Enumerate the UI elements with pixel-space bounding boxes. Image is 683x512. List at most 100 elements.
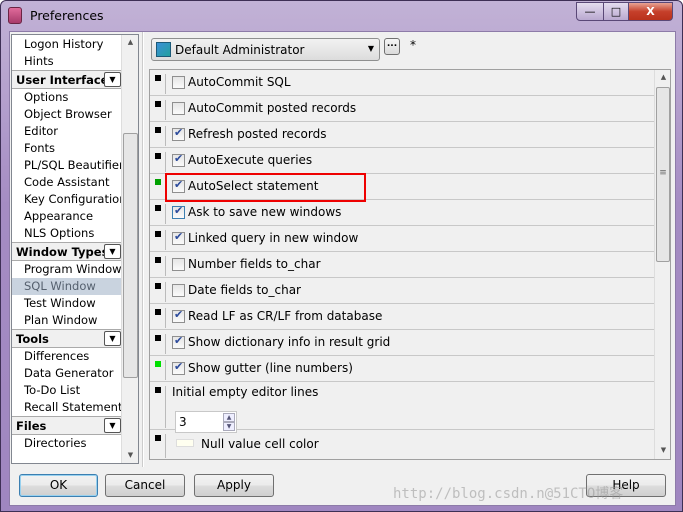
splitter[interactable] (142, 32, 144, 467)
option-checkbox[interactable] (172, 360, 185, 375)
cancel-button[interactable]: Cancel (105, 474, 185, 497)
option-checkbox[interactable] (172, 102, 185, 115)
dialog-body: Logon History Hints User Interface ▼ Options… (9, 31, 676, 506)
app-icon (8, 7, 22, 24)
null-color-label: Null value cell color (201, 437, 319, 451)
row-marker (155, 179, 161, 185)
null-color-swatch[interactable] (176, 439, 194, 447)
option-row: Ask to save new windows (150, 200, 655, 226)
tree-item[interactable]: PL/SQL Beautifier (12, 157, 124, 174)
option-label[interactable]: Linked query in new window (188, 231, 358, 245)
spin-up-icon[interactable]: ▲ (223, 413, 235, 422)
option-checkbox[interactable] (172, 76, 185, 89)
option-label[interactable]: Read LF as CR/LF from database (188, 309, 382, 323)
tree-item[interactable]: Directories (12, 435, 122, 452)
row-divider (165, 386, 166, 428)
row-marker (155, 127, 161, 133)
option-label[interactable]: Show gutter (line numbers) (188, 361, 353, 375)
options-scrollbar-thumb[interactable]: ≡ (656, 87, 670, 262)
tree-section-header[interactable]: User Interface ▼ (12, 70, 122, 89)
tree-item[interactable]: Hints (12, 53, 122, 70)
tree-item[interactable]: Recall Statement (12, 399, 122, 416)
profile-select[interactable]: Default Administrator ▼ (151, 38, 380, 61)
option-checkbox[interactable] (172, 308, 185, 323)
collapse-dropdown-icon[interactable]: ▼ (104, 72, 121, 87)
collapse-dropdown-icon[interactable]: ▼ (104, 418, 121, 433)
tree-item[interactable]: Differences (12, 348, 122, 365)
tree-section-header[interactable]: Files ▼ (12, 416, 122, 435)
collapse-dropdown-icon[interactable]: ▼ (104, 331, 121, 346)
row-marker (155, 335, 161, 341)
profile-ellipsis-button[interactable]: ... (384, 38, 400, 55)
tree-item[interactable]: Logon History (12, 36, 122, 53)
tree-item[interactable]: Fonts (12, 140, 122, 157)
options-scrollbar[interactable]: ▲ ≡ ▼ (654, 70, 670, 459)
row-divider (165, 74, 166, 94)
tree-item[interactable]: SQL Window (12, 278, 122, 295)
option-checkbox[interactable] (172, 258, 185, 271)
option-row: Date fields to_char (150, 278, 655, 304)
option-label[interactable]: Show dictionary info in result grid (188, 335, 390, 349)
tree-item[interactable]: Options (12, 89, 122, 106)
option-label[interactable]: AutoCommit posted records (188, 101, 356, 115)
tree-item[interactable]: Plan Window (12, 312, 122, 329)
empty-lines-row: Initial empty editor lines 3 ▲ ▼ (150, 382, 655, 433)
option-checkbox[interactable] (172, 284, 185, 297)
scroll-down-icon[interactable]: ▼ (655, 446, 670, 454)
tree-item[interactable]: Code Assistant (12, 174, 122, 191)
option-label[interactable]: AutoCommit SQL (188, 75, 291, 89)
tree-item[interactable]: Program Window (12, 261, 122, 278)
row-divider (165, 308, 166, 328)
option-row: Number fields to_char (150, 252, 655, 278)
category-tree: Logon History Hints User Interface ▼ Options… (11, 34, 139, 464)
highlight-box (165, 173, 366, 202)
option-row: Show gutter (line numbers) (150, 356, 655, 382)
option-label[interactable]: Ask to save new windows (188, 205, 341, 219)
row-divider (165, 152, 166, 172)
empty-lines-value: 3 (179, 415, 187, 429)
ok-button[interactable]: OK (19, 474, 98, 497)
tree-item[interactable]: Test Window (12, 295, 122, 312)
tree-scrollbar[interactable]: ▲ ▼ (121, 35, 138, 463)
tree-section-header[interactable]: Window Types ▼ (12, 242, 122, 261)
row-divider (165, 256, 166, 276)
row-marker (155, 283, 161, 289)
option-row: Read LF as CR/LF from database (150, 304, 655, 330)
row-marker (155, 101, 161, 107)
apply-button[interactable]: Apply (194, 474, 274, 497)
tree-item[interactable]: Appearance (12, 208, 122, 225)
tree-item[interactable]: To-Do List (12, 382, 122, 399)
row-marker (155, 361, 161, 367)
option-checkbox[interactable] (172, 334, 185, 349)
tree-scrollbar-thumb[interactable] (123, 133, 138, 378)
options-panel: AutoCommit SQL AutoCommit posted records R… (149, 69, 671, 460)
option-checkbox[interactable] (172, 204, 185, 219)
option-label[interactable]: AutoExecute queries (188, 153, 312, 167)
row-marker (155, 153, 161, 159)
tree-item[interactable]: Editor (12, 123, 122, 140)
row-divider (165, 434, 166, 458)
tree-item[interactable]: Key Configuration (12, 191, 127, 208)
row-divider (165, 100, 166, 120)
window-title: Preferences (30, 8, 104, 23)
tree-section-label: Tools (16, 332, 49, 346)
row-marker (155, 257, 161, 263)
collapse-dropdown-icon[interactable]: ▼ (104, 244, 121, 259)
maximize-button[interactable]: □ (603, 2, 629, 21)
minimize-button[interactable]: — (576, 2, 604, 21)
tree-item[interactable]: Object Browser (12, 106, 122, 123)
tree-item[interactable]: NLS Options (12, 225, 122, 242)
scroll-up-icon[interactable]: ▲ (655, 73, 670, 81)
row-marker (155, 231, 161, 237)
close-button[interactable]: X (628, 2, 673, 21)
option-label[interactable]: Refresh posted records (188, 127, 326, 141)
option-label[interactable]: Number fields to_char (188, 257, 321, 271)
option-checkbox[interactable] (172, 230, 185, 245)
option-label[interactable]: Date fields to_char (188, 283, 301, 297)
scroll-up-icon[interactable]: ▲ (122, 38, 138, 46)
tree-section-header[interactable]: Tools ▼ (12, 329, 122, 348)
tree-item[interactable]: Data Generator (12, 365, 122, 382)
scroll-down-icon[interactable]: ▼ (122, 451, 138, 459)
option-checkbox[interactable] (172, 126, 185, 141)
option-checkbox[interactable] (172, 152, 185, 167)
